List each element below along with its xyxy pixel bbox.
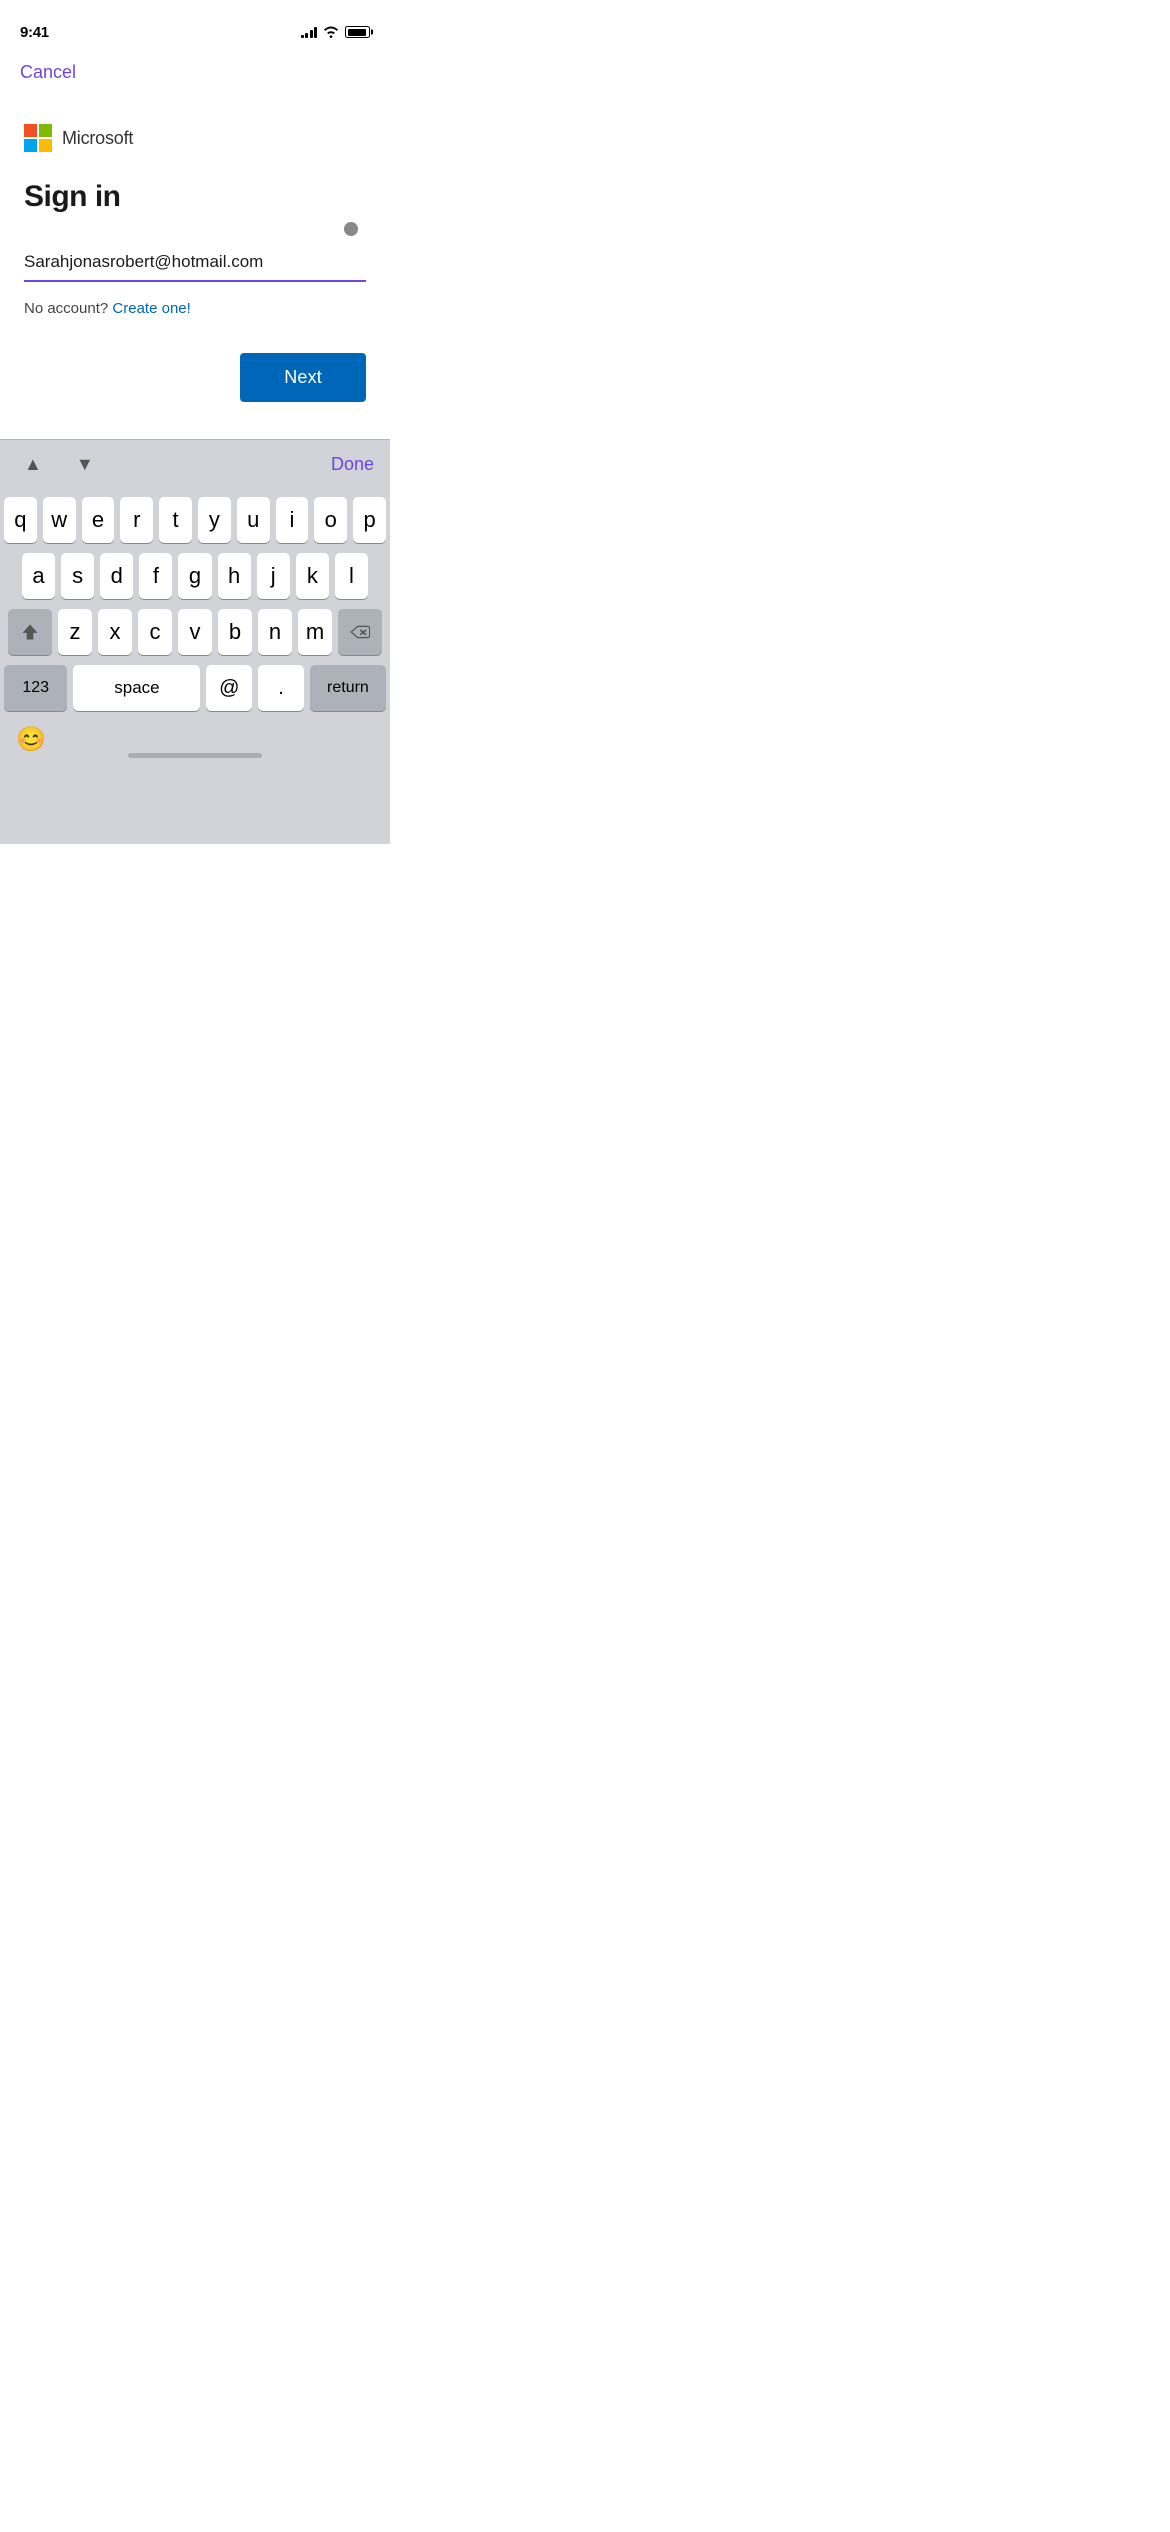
- key-e[interactable]: e: [82, 497, 115, 543]
- key-u[interactable]: u: [237, 497, 270, 543]
- key-i[interactable]: i: [276, 497, 309, 543]
- key-m[interactable]: m: [298, 609, 332, 655]
- microsoft-logo-container: Microsoft: [24, 124, 366, 152]
- numbers-key[interactable]: 123: [4, 665, 67, 711]
- ms-logo-red: [24, 124, 37, 137]
- key-r[interactable]: r: [120, 497, 153, 543]
- status-icons: [301, 26, 371, 38]
- keyboard-row-4: 123 space @ . return: [4, 665, 386, 711]
- key-p[interactable]: p: [353, 497, 386, 543]
- ms-logo-blue: [24, 139, 37, 152]
- main-content: Microsoft Sign in No account? Create one…: [0, 94, 390, 422]
- next-button[interactable]: Next: [240, 353, 366, 402]
- email-input[interactable]: [24, 244, 366, 282]
- key-d[interactable]: d: [100, 553, 133, 599]
- at-key[interactable]: @: [206, 665, 252, 711]
- keyboard: q w e r t y u i o p a s d f g h j k l z …: [0, 489, 390, 844]
- key-t[interactable]: t: [159, 497, 192, 543]
- no-account-text: No account? Create one!: [24, 300, 366, 317]
- key-g[interactable]: g: [178, 553, 211, 599]
- cancel-button[interactable]: Cancel: [20, 54, 76, 91]
- toolbar-prev-button[interactable]: ▲: [16, 450, 50, 479]
- microsoft-logo-text: Microsoft: [62, 128, 133, 149]
- key-f[interactable]: f: [139, 553, 172, 599]
- key-s[interactable]: s: [61, 553, 94, 599]
- key-c[interactable]: c: [138, 609, 172, 655]
- key-l[interactable]: l: [335, 553, 368, 599]
- create-account-link[interactable]: Create one!: [112, 300, 190, 317]
- toolbar-done-button[interactable]: Done: [331, 454, 374, 475]
- key-w[interactable]: w: [43, 497, 76, 543]
- battery-icon: [345, 26, 370, 38]
- key-q[interactable]: q: [4, 497, 37, 543]
- home-indicator: [128, 753, 262, 758]
- ms-logo-green: [39, 124, 52, 137]
- backspace-key[interactable]: [338, 609, 382, 655]
- microsoft-logo-grid: [24, 124, 52, 152]
- toolbar-next-button[interactable]: ▼: [68, 450, 102, 479]
- key-y[interactable]: y: [198, 497, 231, 543]
- key-j[interactable]: j: [257, 553, 290, 599]
- keyboard-row-3: z x c v b n m: [4, 609, 386, 655]
- cursor-indicator: [344, 222, 358, 236]
- key-k[interactable]: k: [296, 553, 329, 599]
- toolbar-nav: ▲ ▼: [16, 450, 102, 479]
- keyboard-row-2: a s d f g h j k l: [4, 553, 386, 599]
- status-time: 9:41: [20, 24, 49, 41]
- status-bar: 9:41: [0, 0, 390, 50]
- shift-key[interactable]: [8, 609, 52, 655]
- key-z[interactable]: z: [58, 609, 92, 655]
- signal-icon: [301, 26, 318, 38]
- next-button-container: Next: [24, 353, 366, 402]
- key-b[interactable]: b: [218, 609, 252, 655]
- space-key[interactable]: space: [73, 665, 200, 711]
- email-input-container: [24, 244, 366, 282]
- emoji-button[interactable]: 😊: [16, 725, 46, 754]
- sign-in-title: Sign in: [24, 180, 366, 214]
- key-h[interactable]: h: [218, 553, 251, 599]
- key-a[interactable]: a: [22, 553, 55, 599]
- wifi-icon: [323, 26, 339, 38]
- key-n[interactable]: n: [258, 609, 292, 655]
- key-o[interactable]: o: [314, 497, 347, 543]
- return-key[interactable]: return: [310, 665, 386, 711]
- period-key[interactable]: .: [258, 665, 304, 711]
- key-x[interactable]: x: [98, 609, 132, 655]
- no-account-static: No account?: [24, 300, 108, 317]
- keyboard-toolbar: ▲ ▼ Done: [0, 439, 390, 489]
- nav-bar: Cancel: [0, 50, 390, 94]
- key-v[interactable]: v: [178, 609, 212, 655]
- keyboard-row-1: q w e r t y u i o p: [4, 497, 386, 543]
- ms-logo-yellow: [39, 139, 52, 152]
